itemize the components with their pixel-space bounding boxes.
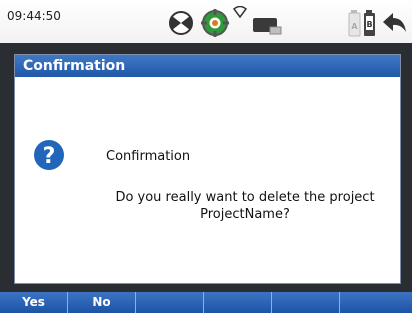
softkey-6[interactable]: [340, 292, 412, 313]
softkey-no[interactable]: No: [68, 292, 136, 313]
svg-text:?: ?: [43, 144, 56, 169]
battery-ab-icon[interactable]: A B: [348, 9, 378, 37]
confirmation-dialog: Confirmation ? Confirmation Do you reall…: [14, 54, 401, 284]
device-icon[interactable]: [252, 17, 282, 35]
softkey-3[interactable]: [136, 292, 204, 313]
question-icon: ?: [34, 140, 64, 170]
back-arrow-icon[interactable]: [382, 12, 408, 34]
svg-text:B: B: [366, 20, 372, 29]
clock: 09:44:50: [7, 9, 61, 23]
status-bar: 09:44:50 A B: [0, 0, 412, 43]
softkey-4[interactable]: [204, 292, 272, 313]
wifi-icon[interactable]: [233, 6, 247, 18]
dialog-heading: Confirmation: [106, 149, 191, 164]
softkey-yes[interactable]: Yes: [0, 292, 68, 313]
target-icon[interactable]: [168, 10, 194, 36]
dialog-message: Do you really want to delete the project…: [115, 190, 375, 222]
softkey-bar: Yes No: [0, 292, 412, 313]
dialog-title: Confirmation: [15, 55, 400, 77]
svg-text:A: A: [351, 22, 358, 31]
softkey-5[interactable]: [272, 292, 340, 313]
gps-satellite-icon[interactable]: [200, 8, 230, 38]
